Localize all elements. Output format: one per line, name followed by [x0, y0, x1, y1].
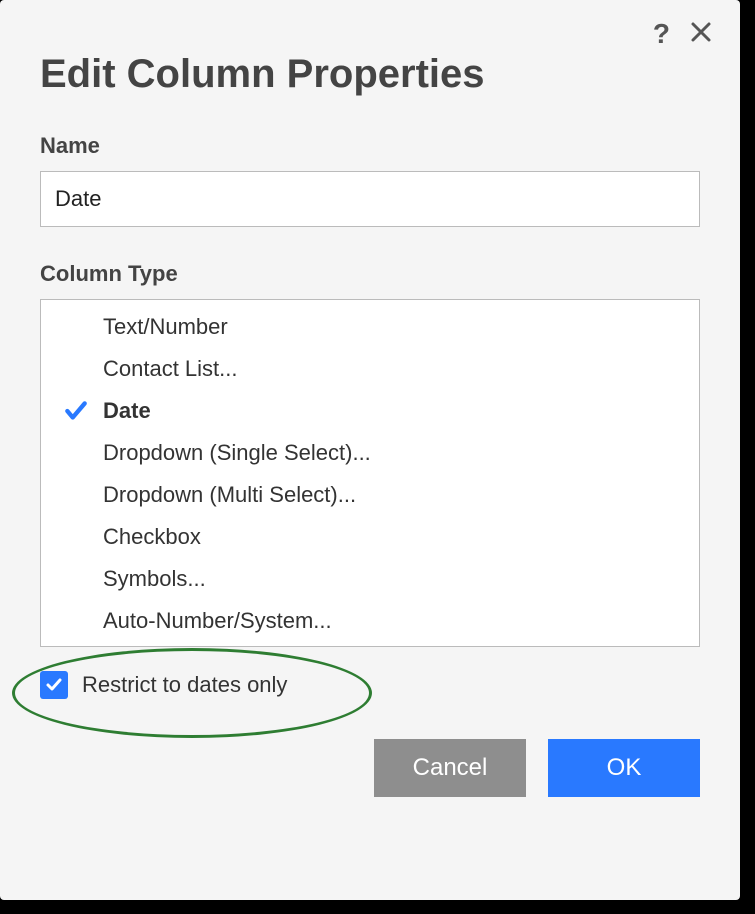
column-type-option[interactable]: Checkbox [41, 516, 699, 558]
column-type-option[interactable]: Dropdown (Multi Select)... [41, 474, 699, 516]
name-input[interactable] [40, 171, 700, 227]
checkmark-icon [63, 398, 103, 424]
column-type-label: Column Type [40, 261, 700, 287]
close-icon[interactable] [690, 20, 712, 48]
cancel-button[interactable]: Cancel [374, 739, 526, 797]
column-type-option[interactable]: Auto-Number/System... [41, 600, 699, 642]
column-type-option-label: Contact List... [103, 356, 699, 382]
column-type-option-label: Date [103, 398, 699, 424]
column-type-option-label: Dropdown (Multi Select)... [103, 482, 699, 508]
column-type-option[interactable]: Text/Number [41, 306, 699, 348]
column-type-option[interactable]: Dropdown (Single Select)... [41, 432, 699, 474]
column-type-option-label: Symbols... [103, 566, 699, 592]
restrict-dates-label: Restrict to dates only [82, 672, 287, 698]
edit-column-properties-dialog: ? Edit Column Properties Name Column Typ… [0, 0, 740, 900]
help-icon[interactable]: ? [653, 20, 670, 48]
column-type-option[interactable]: Date [41, 390, 699, 432]
column-type-listbox[interactable]: Text/Number Contact List... Date Dropdown (… [40, 299, 700, 647]
column-type-option-label: Text/Number [103, 314, 699, 340]
column-type-option-label: Auto-Number/System... [103, 608, 699, 634]
column-type-option-label: Dropdown (Single Select)... [103, 440, 699, 466]
column-type-option[interactable]: Contact List... [41, 348, 699, 390]
restrict-dates-checkbox[interactable] [40, 671, 68, 699]
name-label: Name [40, 133, 700, 159]
column-type-option[interactable]: Symbols... [41, 558, 699, 600]
column-type-option-label: Checkbox [103, 524, 699, 550]
dialog-title: Edit Column Properties [40, 52, 700, 97]
ok-button[interactable]: OK [548, 739, 700, 797]
